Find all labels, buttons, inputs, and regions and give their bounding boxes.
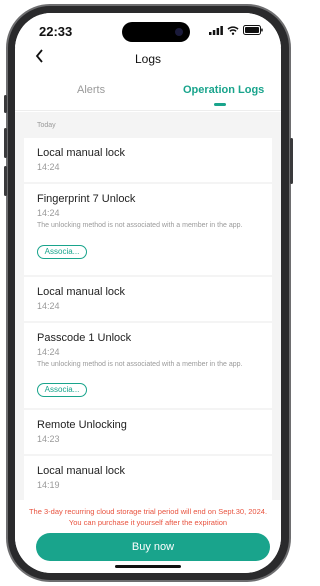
buy-now-button[interactable]: Buy now	[36, 533, 270, 561]
phone-side-button	[290, 138, 293, 184]
phone-side-button	[4, 95, 7, 113]
home-indicator	[115, 565, 181, 568]
log-title: Local manual lock	[37, 465, 126, 477]
tab-alerts[interactable]: Alerts	[77, 84, 105, 96]
log-title: Fingerprint 7 Unlock	[37, 193, 136, 205]
battery-icon	[243, 25, 263, 35]
active-tab-indicator	[214, 103, 226, 106]
log-time: 14:24	[37, 347, 60, 357]
log-time: 14:24	[37, 162, 60, 172]
log-time: 14:19	[37, 480, 60, 490]
list-item[interactable]: Local manual lock 14:19	[24, 456, 272, 500]
list-item[interactable]: Fingerprint 7 Unlock 14:24 The unlocking…	[24, 184, 272, 275]
navigation-bar: Logs	[15, 47, 281, 73]
list-item[interactable]: Local manual lock 14:24	[24, 138, 272, 182]
list-item[interactable]: Passcode 1 Unlock 14:24 The unlocking me…	[24, 323, 272, 408]
dynamic-island	[122, 22, 190, 42]
camera-icon	[175, 28, 183, 36]
associate-button[interactable]: Associa...	[37, 383, 87, 397]
log-time: 14:24	[37, 301, 60, 311]
wifi-icon	[227, 25, 239, 35]
associate-button[interactable]: Associa...	[37, 245, 87, 259]
log-title: Remote Unlocking	[37, 419, 127, 431]
log-title: Local manual lock	[37, 286, 126, 298]
log-time: 14:24	[37, 208, 60, 218]
tab-bar: Alerts Operation Logs	[15, 77, 281, 111]
log-list: Today Local manual lock 14:24 Fingerprin…	[15, 112, 281, 500]
phone-side-button	[4, 128, 7, 158]
log-time: 14:23	[37, 434, 60, 444]
signal-icon	[209, 25, 223, 35]
log-title: Passcode 1 Unlock	[37, 332, 132, 344]
status-bar: 22:33	[15, 13, 281, 47]
day-label: Today	[37, 122, 56, 129]
trial-notice: The 3-day recurring cloud storage trial …	[28, 507, 268, 527]
list-item[interactable]: Local manual lock 14:24	[24, 277, 272, 321]
tab-operation-logs[interactable]: Operation Logs	[183, 84, 264, 96]
list-item[interactable]: Remote Unlocking 14:23	[24, 410, 272, 454]
log-note: The unlocking method is not associated w…	[37, 361, 243, 368]
phone-screen: 22:33 Logs Alerts Operation Logs Today L…	[15, 13, 281, 573]
phone-side-button	[4, 166, 7, 196]
page-title: Logs	[134, 52, 162, 66]
log-title: Local manual lock	[37, 147, 126, 159]
log-note: The unlocking method is not associated w…	[37, 222, 243, 229]
status-time: 22:33	[39, 24, 73, 39]
purchase-footer: The 3-day recurring cloud storage trial …	[15, 500, 281, 573]
